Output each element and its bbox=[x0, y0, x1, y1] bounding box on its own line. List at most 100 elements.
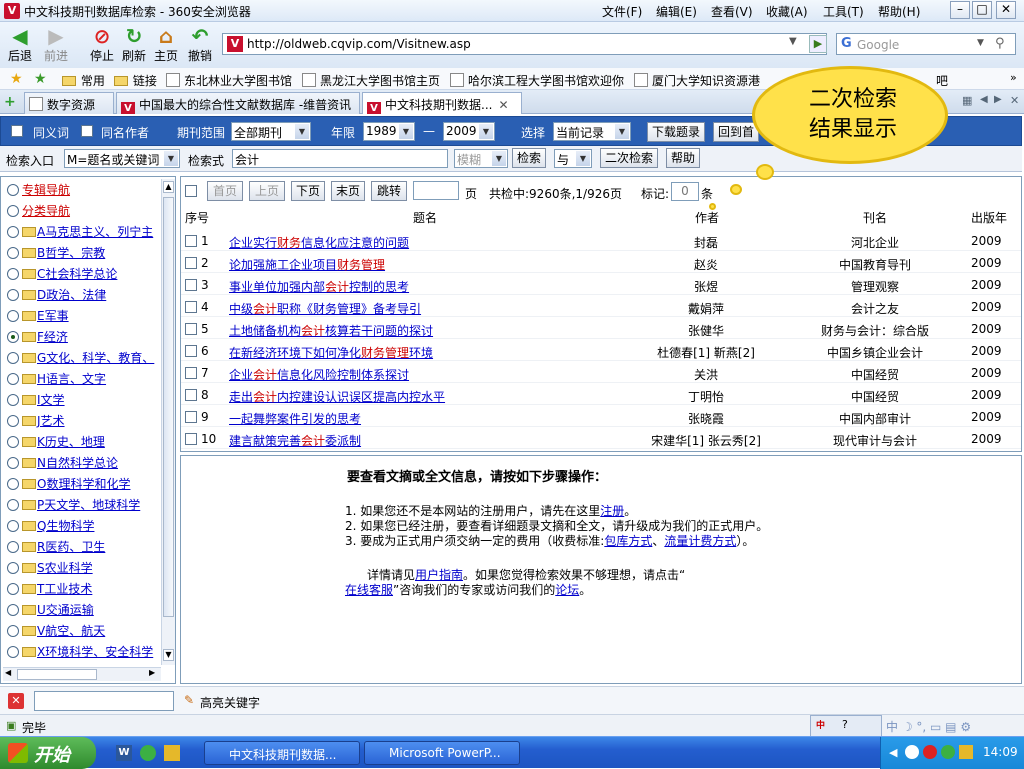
nav-item[interactable]: C社会科学总论 bbox=[7, 265, 117, 282]
same-author-checkbox[interactable] bbox=[81, 125, 93, 137]
nav-item[interactable]: E军事 bbox=[7, 307, 69, 324]
nav-label[interactable]: V航空、航天 bbox=[37, 624, 105, 638]
row-checkbox[interactable] bbox=[185, 301, 197, 313]
nav-radio[interactable] bbox=[7, 415, 19, 427]
tab-scroll-left-icon[interactable]: ◀ bbox=[980, 94, 988, 105]
nav-radio[interactable] bbox=[7, 625, 19, 637]
forum-link[interactable]: 论坛 bbox=[555, 583, 579, 597]
row-checkbox[interactable] bbox=[185, 279, 197, 291]
minimize-icon[interactable]: – bbox=[950, 1, 970, 19]
nav-radio[interactable] bbox=[7, 205, 19, 217]
bookmark-nefu-library[interactable]: 东北林业大学图书馆 bbox=[166, 72, 292, 89]
nav-item[interactable]: Q生物科学 bbox=[7, 517, 94, 534]
nav-radio[interactable] bbox=[7, 457, 19, 469]
tab-current-search[interactable]: V 中文科技期刊数据... ✕ bbox=[362, 92, 522, 114]
prev-page-button[interactable]: 上页 bbox=[249, 181, 285, 201]
row-title[interactable]: 走出会计内控建设认识误区提高内控水平 bbox=[229, 388, 445, 405]
maximize-icon[interactable]: □ bbox=[972, 1, 992, 19]
bookmark-hlju-library[interactable]: 黑龙江大学图书馆主页 bbox=[302, 72, 440, 89]
scroll-down-icon[interactable]: ▼ bbox=[163, 649, 174, 661]
menu-view[interactable]: 查看(V) bbox=[711, 3, 753, 20]
row-checkbox[interactable] bbox=[185, 433, 197, 445]
tray-arrow-icon[interactable]: ◀ bbox=[889, 746, 897, 759]
nav-label[interactable]: 分类导航 bbox=[22, 204, 70, 218]
security-icon[interactable] bbox=[923, 745, 937, 759]
row-checkbox[interactable] bbox=[185, 323, 197, 335]
row-title[interactable]: 中级会计职称《财务管理》备考导引 bbox=[229, 300, 421, 317]
nav-radio[interactable] bbox=[7, 268, 19, 280]
volume-icon[interactable] bbox=[959, 745, 973, 759]
row-title[interactable]: 一起舞弊案件引发的思考 bbox=[229, 410, 361, 427]
close-tab-icon[interactable]: ✕ bbox=[498, 98, 508, 112]
package-link[interactable]: 包库方式 bbox=[604, 534, 652, 548]
match-select[interactable]: 模糊 ▼ bbox=[454, 149, 508, 168]
nav-item[interactable]: R医药、卫生 bbox=[7, 538, 105, 555]
search-icon[interactable]: ⚲ bbox=[995, 36, 1005, 51]
task-powerpoint[interactable]: Microsoft PowerP... bbox=[364, 741, 520, 765]
nav-item[interactable]: D政治、法律 bbox=[7, 286, 106, 303]
tab-digital-resources[interactable]: 数字资源 bbox=[24, 92, 114, 114]
menu-tools[interactable]: 工具(T) bbox=[823, 3, 864, 20]
tab-scroll-right-icon[interactable]: ▶ bbox=[994, 94, 1002, 105]
nav-label[interactable]: U交通运输 bbox=[37, 603, 94, 617]
nav-label[interactable]: S农业科学 bbox=[37, 561, 93, 575]
entry-select[interactable]: M=题名或关键词 ▼ bbox=[64, 149, 180, 168]
nav-label[interactable]: E军事 bbox=[37, 309, 69, 323]
nav-item[interactable]: U交通运输 bbox=[7, 601, 94, 618]
browser-quick-icon[interactable] bbox=[140, 745, 156, 761]
left-scrollbar[interactable]: ▲ ▼ bbox=[161, 179, 175, 665]
nav-item[interactable]: B哲学、宗教 bbox=[7, 244, 105, 261]
next-page-button[interactable]: 下页 bbox=[291, 181, 325, 201]
nav-radio[interactable] bbox=[7, 562, 19, 574]
highlight-keyword-button[interactable]: 高亮关键字 bbox=[200, 694, 260, 711]
row-checkbox[interactable] bbox=[185, 345, 197, 357]
word-icon[interactable]: W bbox=[116, 745, 132, 761]
qq-icon[interactable] bbox=[905, 745, 919, 759]
nav-label[interactable]: K历史、地理 bbox=[37, 435, 105, 449]
search-box[interactable]: G Google ▼ ⚲ bbox=[836, 33, 1016, 55]
register-link[interactable]: 注册 bbox=[600, 504, 624, 518]
choose-select[interactable]: 当前记录 ▼ bbox=[553, 122, 631, 141]
scroll-up-icon[interactable]: ▲ bbox=[163, 181, 174, 193]
tab-grid-icon[interactable]: ▦ bbox=[962, 94, 972, 107]
back-button[interactable]: ◀ 后退 bbox=[2, 24, 38, 68]
add-favorite-icon[interactable]: ★ bbox=[34, 71, 47, 87]
nav-radio[interactable] bbox=[7, 352, 19, 364]
stop-button[interactable]: ⊘ 停止 bbox=[84, 24, 120, 68]
nav-item[interactable]: T工业技术 bbox=[7, 580, 92, 597]
ime-help-icon[interactable]: ? bbox=[842, 718, 848, 731]
nav-item[interactable]: S农业科学 bbox=[7, 559, 93, 576]
bookmark-heu-library[interactable]: 哈尔滨工程大学图书馆欢迎你 bbox=[450, 72, 624, 89]
close-find-icon[interactable]: ✕ bbox=[8, 693, 24, 709]
nav-radio[interactable] bbox=[7, 478, 19, 490]
ime-icon[interactable]: 中 bbox=[816, 718, 825, 731]
second-search-button[interactable]: 二次检索 bbox=[600, 148, 658, 168]
nav-label[interactable]: J艺术 bbox=[37, 414, 65, 428]
download-button[interactable]: 下载题录 bbox=[647, 122, 705, 142]
row-checkbox[interactable] bbox=[185, 389, 197, 401]
nav-item[interactable]: O数理科学和化学 bbox=[7, 475, 130, 492]
select-all-checkbox[interactable] bbox=[185, 185, 197, 197]
360-icon[interactable] bbox=[941, 745, 955, 759]
nav-label[interactable]: N自然科学总论 bbox=[37, 456, 118, 470]
bookmark-links[interactable]: 链接 bbox=[114, 72, 157, 89]
show-desktop-icon[interactable] bbox=[164, 745, 180, 761]
menu-file[interactable]: 文件(F) bbox=[602, 3, 642, 20]
nav-label[interactable]: X环境科学、安全科学 bbox=[37, 645, 153, 659]
row-title[interactable]: 企业实行财务信息化应注意的问题 bbox=[229, 234, 409, 251]
logic-select[interactable]: 与 ▼ bbox=[554, 149, 592, 168]
scroll-left-icon[interactable]: ◀ bbox=[5, 668, 11, 677]
nav-label[interactable]: P天文学、地球科学 bbox=[37, 498, 140, 512]
status-tools-icon[interactable]: 中 ☽ °, ▭ ▤ ⚙ bbox=[886, 718, 971, 735]
nav-radio[interactable] bbox=[7, 289, 19, 301]
nav-label[interactable]: B哲学、宗教 bbox=[37, 246, 105, 260]
nav-label[interactable]: T工业技术 bbox=[37, 582, 92, 596]
back-home-button[interactable]: 回到首 bbox=[713, 122, 759, 142]
nav-item[interactable]: N自然科学总论 bbox=[7, 454, 118, 471]
nav-item[interactable]: 专辑导航 bbox=[7, 181, 70, 198]
nav-radio[interactable] bbox=[7, 604, 19, 616]
nav-radio[interactable] bbox=[7, 646, 19, 658]
menu-favorites[interactable]: 收藏(A) bbox=[766, 3, 808, 20]
nav-item[interactable]: J艺术 bbox=[7, 412, 65, 429]
nav-item[interactable]: 分类导航 bbox=[7, 202, 70, 219]
